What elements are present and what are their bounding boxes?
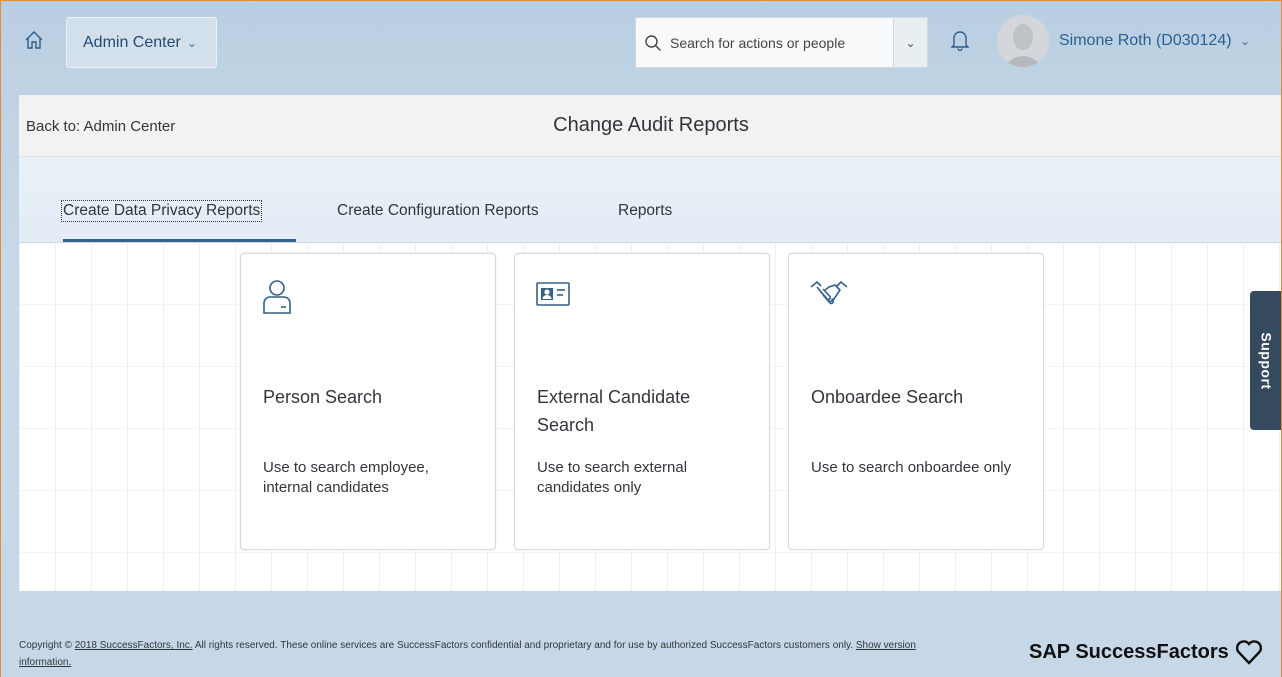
card-title: Person Search: [263, 387, 383, 407]
card-description: Use to search employee, internal candida…: [263, 459, 429, 496]
card-description: Use to search onboardee only: [811, 459, 1012, 476]
tab-create-data-privacy-reports[interactable]: Create Data Privacy Reports: [60, 200, 263, 222]
selected-tab-indicator: [63, 239, 296, 242]
user-menu[interactable]: Simone Roth (D030124) ⌄: [1059, 32, 1250, 50]
search-icon[interactable]: [636, 34, 670, 52]
id-card-icon: [535, 279, 570, 315]
app-frame: Admin Center ⌄ ⌄: [0, 0, 1282, 677]
external-candidate-search-card[interactable]: External Candidate Search Use to search …: [514, 253, 770, 550]
page-header: Back to: Admin Center Change Audit Repor…: [19, 95, 1281, 157]
copyright-body: All rights reserved. These online servic…: [194, 640, 854, 651]
chevron-down-icon: ⌄: [1240, 34, 1251, 48]
card-description: Use to search external candidates only: [537, 459, 688, 496]
tab-bar: Create Data Privacy Reports Create Confi…: [19, 157, 1281, 243]
successfactors-link[interactable]: 2018 SuccessFactors, Inc.: [75, 640, 193, 651]
admin-center-label: Admin Center: [83, 33, 181, 51]
user-name: Simone Roth (D030124): [1059, 32, 1232, 49]
heart-icon: [1235, 640, 1262, 665]
content-area: Person Search Use to search employee, in…: [19, 243, 1281, 591]
card-title: External Candidate Search: [537, 387, 691, 435]
onboardee-search-card[interactable]: Onboardee Search Use to search onboardee…: [788, 253, 1044, 550]
person-icon: [261, 279, 295, 315]
tab-create-configuration-reports[interactable]: Create Configuration Reports: [337, 202, 539, 220]
search-box[interactable]: ⌄: [635, 17, 928, 68]
sap-successfactors-logo: SAP SuccessFactors: [1029, 639, 1263, 665]
search-scope-dropdown[interactable]: ⌄: [893, 18, 927, 67]
support-label: Support: [1258, 331, 1275, 390]
copyright-prefix: Copyright ©: [19, 640, 72, 651]
home-icon[interactable]: [23, 29, 45, 51]
card-title: Onboardee Search: [811, 387, 964, 407]
admin-center-menu[interactable]: Admin Center ⌄: [66, 17, 217, 68]
brand-name: SAP SuccessFactors: [1029, 640, 1229, 663]
person-search-card[interactable]: Person Search Use to search employee, in…: [240, 253, 496, 550]
bell-icon[interactable]: [948, 27, 972, 53]
chevron-down-icon: ⌄: [186, 35, 197, 50]
handshake-icon: [809, 279, 848, 315]
page-title: Change Audit Reports: [553, 114, 749, 136]
search-input[interactable]: [670, 18, 890, 67]
support-tab[interactable]: Support: [1250, 291, 1281, 430]
tab-reports[interactable]: Reports: [618, 202, 672, 220]
footer: Copyright © 2018 SuccessFactors, Inc. Al…: [19, 591, 1281, 677]
avatar[interactable]: [997, 15, 1049, 67]
copyright-text: Copyright © 2018 SuccessFactors, Inc. Al…: [19, 637, 949, 671]
shell-bar: Admin Center ⌄ ⌄: [1, 1, 1281, 85]
